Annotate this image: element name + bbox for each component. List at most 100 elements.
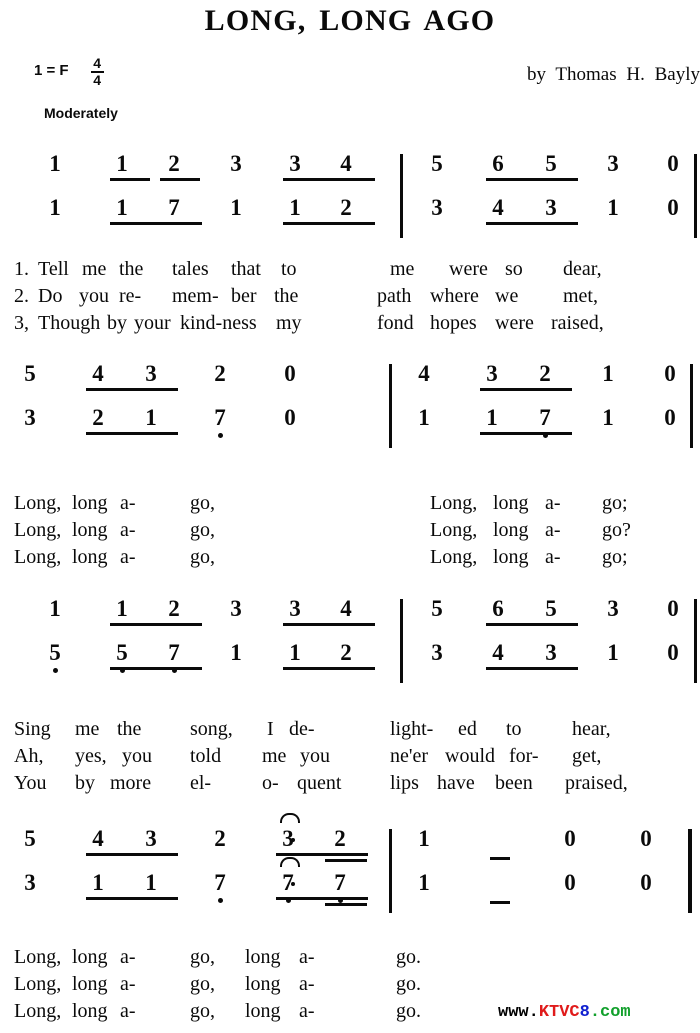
- note: 3: [604, 152, 622, 176]
- note-number: 2: [214, 826, 226, 851]
- note-number: 3: [24, 870, 36, 895]
- watermark-www: www.: [498, 1003, 539, 1022]
- beam-line: [283, 222, 375, 225]
- note-number: 1: [116, 596, 128, 621]
- lyric-word: were: [495, 312, 534, 334]
- lyric-word: Long,: [14, 946, 62, 968]
- music-system: 1 1 2 3 3 4 5 6 5 3 0 5 5 7 1 1 2 3 4 3 1 0: [0, 597, 700, 689]
- note: 3: [428, 641, 446, 665]
- note-number: 0: [664, 405, 676, 430]
- lyric-word: long: [72, 973, 108, 995]
- beam-line: [110, 667, 202, 670]
- note: 0: [637, 827, 655, 851]
- lyric-word: go.: [396, 1000, 421, 1022]
- lyric-word: for-: [509, 745, 539, 767]
- beam-line: [486, 222, 578, 225]
- barline: [694, 154, 697, 238]
- barline: [389, 364, 392, 448]
- voice-lower: 3 1 1 7 7 7 1 0 0: [0, 857, 700, 917]
- lyric-word: lips: [390, 772, 419, 794]
- note: 1: [415, 871, 433, 895]
- lyric-word: long: [245, 973, 281, 995]
- page-title: LONG, LONG AGO: [204, 4, 496, 37]
- note: 5: [542, 597, 560, 621]
- lyric-word: Long,: [14, 973, 62, 995]
- augmentation-dot: [291, 882, 295, 886]
- lyric-word: hear,: [572, 718, 611, 740]
- lyric-word: you: [300, 745, 330, 767]
- note: 2: [337, 641, 355, 665]
- lyric-word: long: [493, 546, 529, 568]
- note: 1: [599, 362, 617, 386]
- lyric-line: Long, long a-go, Long, long a-go;: [0, 492, 700, 519]
- lyric-word: me: [82, 258, 107, 280]
- note: 7: [211, 871, 229, 903]
- note-number: 5: [431, 151, 443, 176]
- beam-line: [276, 853, 368, 856]
- note-number: 5: [24, 826, 36, 851]
- lyric-word: yes,: [75, 745, 107, 767]
- beam-line: [86, 853, 178, 856]
- lyric-word: Long,: [430, 546, 478, 568]
- note-number: 0: [667, 151, 679, 176]
- lyric-word: ne'er: [390, 745, 429, 767]
- augmentation-dot: [291, 838, 295, 842]
- lyrics-block: Sing me the song, Ide-light-ed to hear, Ah, yes,…: [0, 718, 700, 799]
- note: 5: [428, 152, 446, 176]
- lyric-word: Sing: [14, 718, 51, 740]
- lyric-word: re-: [119, 285, 142, 307]
- lyric-word: go,: [190, 546, 215, 568]
- note-number: 3: [230, 596, 242, 621]
- note: 2: [89, 406, 107, 430]
- lyric-word: by: [75, 772, 95, 794]
- lyric-word: song,: [190, 718, 233, 740]
- note: 2: [331, 827, 349, 851]
- lyric-line: Long, long a-go, long a-go.: [0, 973, 700, 1000]
- lyric-word: the: [274, 285, 299, 307]
- note: 1: [142, 871, 160, 895]
- note-number: 0: [667, 596, 679, 621]
- lyric-word: a-: [299, 973, 315, 995]
- note: 4: [337, 597, 355, 621]
- beam-line: [325, 859, 367, 862]
- note: 1: [227, 196, 245, 220]
- lyric-word: so: [505, 258, 523, 280]
- note: 0: [664, 152, 682, 176]
- note: 3: [227, 152, 245, 176]
- lyric-word: a-: [120, 973, 136, 995]
- lyric-word: your: [134, 312, 171, 334]
- note-number: 2: [334, 826, 346, 851]
- note: 7: [331, 871, 349, 903]
- note-number: 7: [168, 195, 180, 220]
- key-and-meter: 1 = F 4 4: [34, 56, 104, 93]
- barline: [694, 599, 697, 683]
- note-number: 2: [340, 640, 352, 665]
- lyric-word: the: [119, 258, 144, 280]
- lyric-word: told: [190, 745, 222, 767]
- lyric-word: go,: [190, 1000, 215, 1022]
- note-number: 1: [230, 640, 242, 665]
- note: 3: [286, 152, 304, 176]
- lyric-word: were: [449, 258, 488, 280]
- time-signature-numerator: 4: [93, 55, 101, 71]
- beam-line: [283, 178, 375, 181]
- beam-line: [86, 897, 178, 900]
- note-number: 2: [168, 596, 180, 621]
- lyrics-block: 1. Tell me the tales that to me were so dear, 2. Do y…: [0, 258, 700, 339]
- note-number: 4: [92, 826, 104, 851]
- note: 1: [113, 597, 131, 621]
- lyric-word: long: [245, 1000, 281, 1022]
- note: 4: [489, 196, 507, 220]
- note-number: 1: [607, 640, 619, 665]
- note: 1: [46, 152, 64, 176]
- note-number: 3: [145, 361, 157, 386]
- note-number: 1: [145, 870, 157, 895]
- note-number: 4: [340, 596, 352, 621]
- lyric-word: Long,: [14, 519, 62, 541]
- note: 5: [21, 827, 39, 851]
- note-number: 2: [340, 195, 352, 220]
- lyric-word: el-: [190, 772, 212, 794]
- note: 1: [415, 406, 433, 430]
- note-number: 0: [564, 826, 576, 851]
- note: 3: [428, 196, 446, 220]
